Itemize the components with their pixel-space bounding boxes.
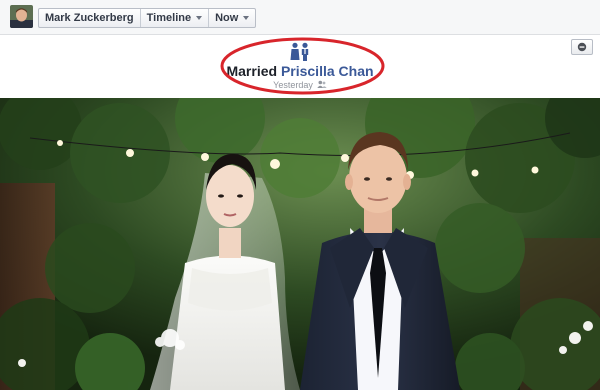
avatar-image [10,5,33,28]
collapse-button[interactable] [571,39,593,55]
wedding-photo[interactable] [0,98,600,390]
wedding-photo-image [0,98,600,390]
profile-name: Mark Zuckerberg [45,12,134,24]
timeline-label: Timeline [146,12,192,24]
annotation-ellipse [220,37,385,95]
timeline-breadcrumb: Mark Zuckerberg Timeline Now [38,8,257,28]
minus-icon [577,42,587,52]
timeline-dropdown[interactable]: Timeline [139,9,208,27]
period-dropdown[interactable]: Now [208,9,255,27]
chevron-down-icon [196,16,203,20]
profile-avatar[interactable] [10,5,33,28]
chevron-down-icon [243,16,250,20]
period-label: Now [215,12,239,24]
profile-name-link[interactable]: Mark Zuckerberg [39,9,140,27]
timeline-top-bar: Mark Zuckerberg Timeline Now [0,0,600,35]
